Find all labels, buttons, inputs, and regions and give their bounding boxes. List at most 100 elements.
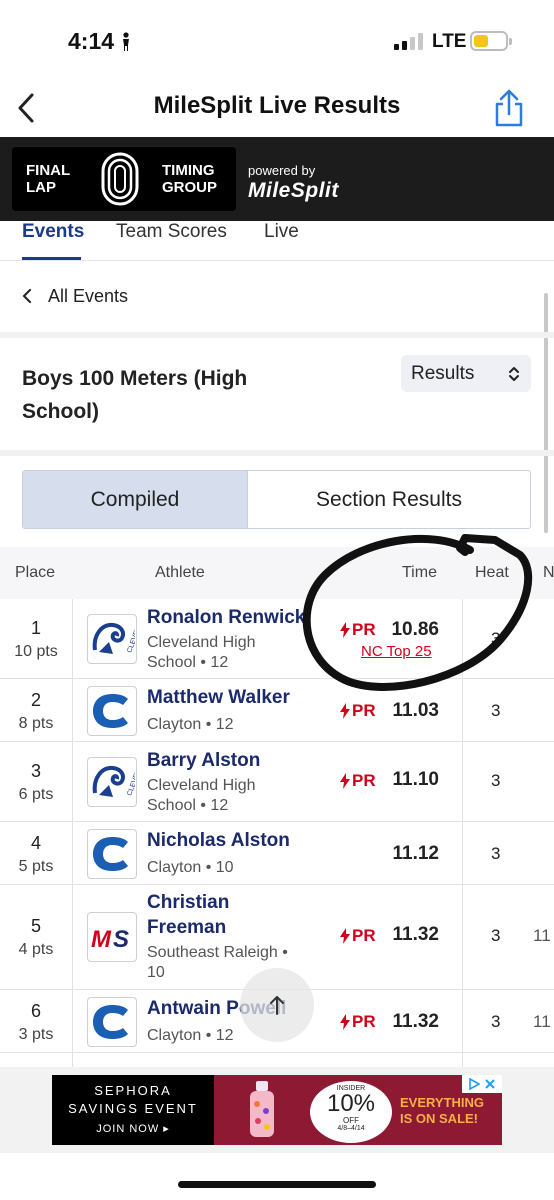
athlete-name[interactable]: Barry Alston [147, 748, 260, 773]
pr-badge: PR [340, 701, 376, 721]
ad-choices-icon [469, 1078, 480, 1090]
ad-promo-line2: IS ON SALE! [400, 1111, 479, 1126]
results-select-value: Results [411, 362, 475, 384]
cellular-signal-icon [394, 32, 423, 50]
points: 8 pts [18, 715, 54, 732]
extra-column-value: 11 [533, 926, 551, 945]
table-row[interactable]: 1 10 pts CLEVELAND Ronalon Renwick Cleve… [0, 599, 554, 679]
athlete-school: Clayton • 12 [147, 1027, 234, 1044]
tab-bar: Events Team Scores Live [0, 221, 554, 261]
athlete-school: Clayton • 10 [147, 859, 234, 876]
table-row[interactable]: 4 5 pts Nicholas Alston Clayton • 10 11.… [0, 822, 554, 885]
place: 6 [30, 1001, 41, 1021]
all-events-label: All Events [48, 285, 129, 306]
share-icon [495, 89, 523, 127]
ms-letters-logo-icon: MS [91, 926, 129, 952]
compiled-button[interactable]: Compiled [23, 471, 248, 528]
pr-badge: PR [340, 771, 376, 791]
logo-text-final: FINAL [26, 162, 71, 179]
active-tab-indicator [22, 257, 81, 260]
cleveland-team-logo: CLEVELAND [87, 614, 137, 664]
ram-mascot-icon: CLEVELAND [92, 616, 135, 654]
athlete-school: Cleveland High School • 12 [147, 634, 256, 671]
ad-banner-area: SEPHORA SAVINGS EVENT JOIN NOW ▸ INSIDER… [0, 1067, 554, 1153]
chevron-left-icon [22, 289, 31, 303]
result-time: 11.32 [392, 924, 440, 945]
place: 4 [30, 833, 41, 853]
divider [0, 450, 554, 456]
all-events-link[interactable]: All Events [22, 274, 128, 318]
powered-by-label: powered by [248, 163, 316, 178]
arrow-up-icon [270, 996, 284, 1015]
athlete-name[interactable]: Christian Freeman [147, 890, 277, 940]
divider [0, 332, 554, 338]
tab-events[interactable]: Events [22, 221, 84, 243]
svg-text:M: M [91, 926, 112, 952]
scroll-to-top-button[interactable] [240, 968, 314, 1042]
heat-number: 3 [491, 701, 501, 720]
ram-mascot-icon: CLEVELAND [92, 759, 135, 797]
points: 6 pts [18, 786, 54, 803]
chevron-up-down-icon [509, 366, 519, 381]
lightning-icon [340, 773, 350, 789]
place: 3 [30, 761, 41, 781]
header-heat: Heat [475, 564, 509, 581]
results-view-select[interactable]: Results [401, 355, 531, 392]
table-header: Place Athlete Time Heat N [0, 547, 554, 599]
heat-number: 3 [491, 629, 501, 648]
tab-team-scores[interactable]: Team Scores [116, 221, 227, 243]
heat-number: 3 [491, 844, 501, 863]
discount-badge: INSIDER 10% OFF 4/8–4/14 [310, 1081, 392, 1143]
ad-cta[interactable]: JOIN NOW ▸ [96, 1120, 170, 1138]
svg-text:S: S [113, 926, 129, 952]
athlete-school: Clayton • 12 [147, 716, 234, 733]
logo-text-timing: TIMING [162, 162, 215, 179]
ad-choices-close[interactable] [462, 1075, 502, 1093]
milesplit-logo: MileSplit [248, 179, 339, 202]
athlete-name[interactable]: Matthew Walker [147, 685, 290, 710]
result-time: 11.03 [392, 700, 440, 721]
ad-brand: SEPHORA [94, 1083, 172, 1098]
scrollbar[interactable] [544, 293, 548, 533]
clayton-team-logo [87, 829, 137, 879]
person-icon [123, 31, 130, 51]
result-time: 10.86 [391, 619, 439, 640]
lightning-icon [340, 703, 350, 719]
place: 1 [30, 618, 41, 638]
table-row[interactable]: 3 6 pts CLEVELAND Barry Alston Cleveland… [0, 742, 554, 822]
lightning-icon [340, 1014, 350, 1030]
letter-c-logo-icon [93, 1005, 128, 1039]
track-oval-icon [101, 152, 139, 206]
points: 4 pts [18, 941, 54, 958]
home-indicator[interactable] [178, 1181, 376, 1188]
share-button[interactable] [492, 88, 526, 128]
nc-top-25-link[interactable]: NC Top 25 [361, 643, 432, 660]
tab-live[interactable]: Live [264, 221, 299, 243]
header-athlete: Athlete [155, 564, 205, 581]
table-row[interactable] [0, 1053, 554, 1067]
clock: 4:14 [68, 28, 115, 54]
letter-c-logo-icon [93, 837, 128, 871]
athlete-name[interactable]: Ronalon Renwick [147, 605, 305, 630]
athlete-name[interactable]: Nicholas Alston [147, 828, 290, 853]
pr-badge: PR [340, 1012, 376, 1032]
pr-badge: PR [340, 620, 376, 640]
sephora-ad[interactable]: SEPHORA SAVINGS EVENT JOIN NOW ▸ INSIDER… [52, 1075, 502, 1145]
header-place: Place [15, 564, 56, 581]
table-row[interactable]: 2 8 pts Matthew Walker Clayton • 12 PR 1… [0, 679, 554, 742]
result-time: 11.12 [392, 843, 440, 864]
section-results-button[interactable]: Section Results [248, 471, 530, 528]
results-mode-toggle: Compiled Section Results [22, 470, 531, 529]
heat-number: 3 [491, 771, 501, 790]
header-time: Time [402, 564, 437, 581]
points: 10 pts [14, 643, 58, 660]
pr-badge: PR [340, 926, 376, 946]
heat-number: 3 [491, 926, 501, 945]
header-extra: N [543, 564, 554, 581]
result-time: 11.10 [392, 769, 440, 790]
sponsor-banner: FINAL LAP TIMING GROUP powered by MileSp… [0, 137, 554, 221]
navigation-bar: MileSplit Live Results [0, 80, 554, 136]
network-type: LTE [432, 31, 467, 52]
close-icon [485, 1079, 495, 1089]
points: 3 pts [18, 1026, 54, 1043]
